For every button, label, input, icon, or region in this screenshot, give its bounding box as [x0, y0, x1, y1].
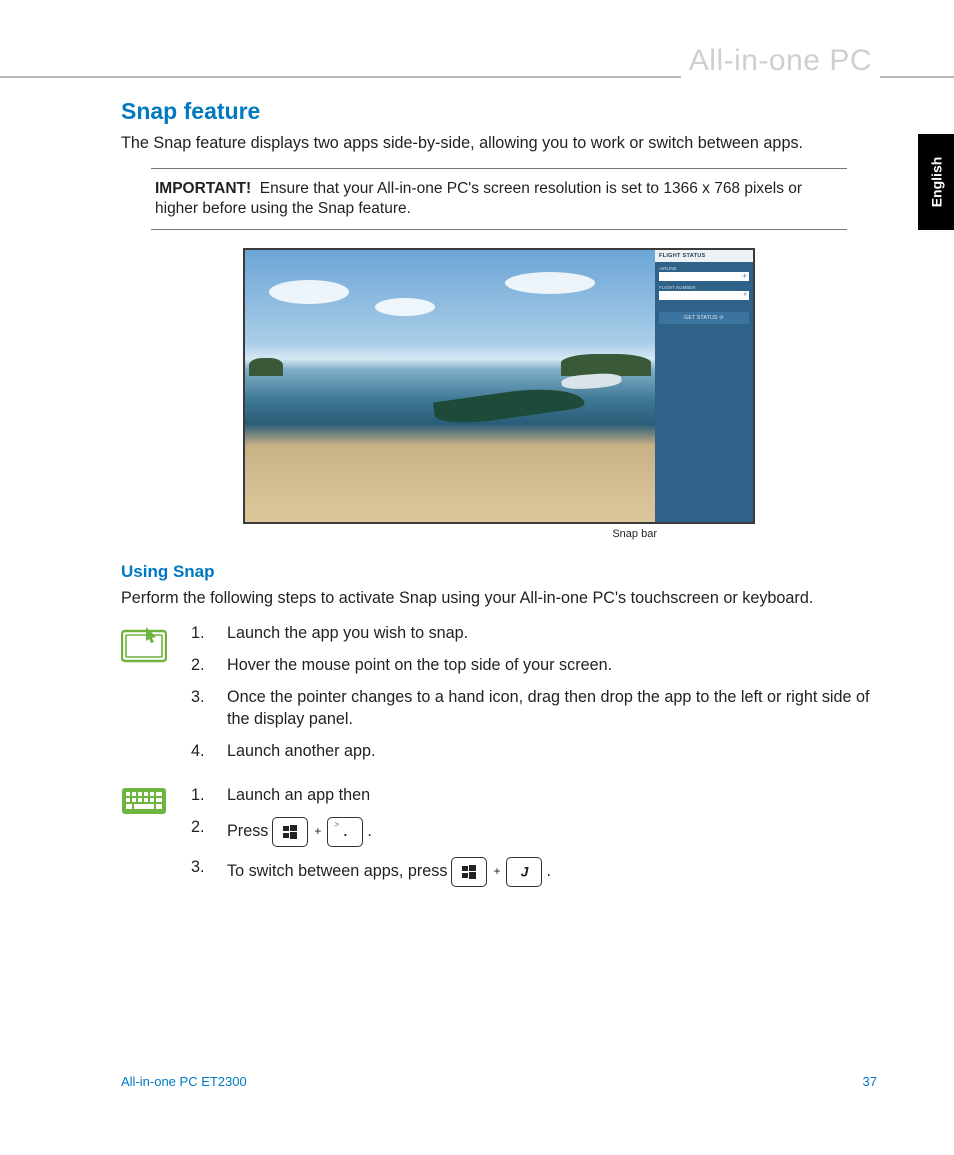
- windows-key-icon: [272, 817, 308, 847]
- snap-screenshot: × FLIGHT STATUS AIRLINE ✈ FLIGHT NUMBER …: [243, 248, 755, 524]
- photo-app-pane: [245, 250, 655, 522]
- touch-steps-list: Launch the app you wish to snap. Hover t…: [191, 623, 877, 772]
- airline-label: AIRLINE: [655, 262, 753, 272]
- using-snap-intro: Perform the following steps to activate …: [121, 588, 877, 609]
- header-product-line: All-in-one PC: [681, 44, 880, 78]
- touch-step: Launch the app you wish to snap.: [191, 623, 877, 645]
- touch-icon: [121, 623, 169, 772]
- flight-status-app-pane: × FLIGHT STATUS AIRLINE ✈ FLIGHT NUMBER …: [655, 250, 753, 522]
- step3-prefix: To switch between apps, press: [227, 861, 447, 883]
- important-text: Ensure that your All-in-one PC's screen …: [155, 180, 802, 217]
- windows-key-icon: [451, 857, 487, 887]
- touch-step: Launch another app.: [191, 741, 877, 763]
- flightnum-input: #: [659, 291, 749, 300]
- snap-bar-caption: Snap bar: [243, 528, 755, 540]
- keyboard-icon: [121, 785, 169, 897]
- footer-page-number: 37: [863, 1074, 877, 1089]
- touch-method: Launch the app you wish to snap. Hover t…: [121, 623, 877, 772]
- keyboard-step: Press + > . .: [191, 817, 551, 847]
- plus-icon: +: [314, 823, 321, 839]
- j-key-icon: J: [506, 857, 542, 887]
- period-key-icon: > .: [327, 817, 363, 847]
- step3-suffix: .: [546, 861, 551, 883]
- keyboard-steps-list: Launch an app then Press + > . .: [191, 785, 551, 897]
- language-tab: English: [918, 134, 954, 230]
- keyboard-step: To switch between apps, press + J .: [191, 857, 551, 887]
- snap-screenshot-figure: × FLIGHT STATUS AIRLINE ✈ FLIGHT NUMBER …: [243, 248, 755, 540]
- get-status-button: GET STATUS ⟳: [659, 312, 749, 324]
- airline-input: ✈: [659, 272, 749, 281]
- using-snap-title: Using Snap: [121, 562, 877, 582]
- plus-icon: +: [493, 863, 500, 879]
- hash-icon: #: [744, 292, 747, 298]
- touch-step: Hover the mouse point on the top side of…: [191, 655, 877, 677]
- page-footer: All-in-one PC ET2300 37: [121, 1074, 877, 1089]
- section-intro: The Snap feature displays two apps side-…: [121, 133, 877, 154]
- section-title: Snap feature: [121, 98, 877, 125]
- flightnum-label: FLIGHT NUMBER: [655, 281, 753, 291]
- airline-icon: ✈: [742, 273, 747, 280]
- touch-step: Once the pointer changes to a hand icon,…: [191, 687, 877, 731]
- step2-prefix: Press: [227, 821, 268, 843]
- important-note: IMPORTANT! Ensure that your All-in-one P…: [151, 168, 847, 230]
- important-label: IMPORTANT!: [155, 180, 251, 197]
- language-label: English: [928, 157, 944, 208]
- keyboard-step: Launch an app then: [191, 785, 551, 807]
- page-content: Snap feature The Snap feature displays t…: [121, 98, 877, 909]
- keyboard-method: Launch an app then Press + > . .: [121, 785, 877, 897]
- flight-app-title: FLIGHT STATUS: [655, 250, 753, 262]
- footer-product: All-in-one PC ET2300: [121, 1074, 247, 1089]
- step2-suffix: .: [367, 821, 372, 843]
- close-icon: ×: [739, 248, 753, 250]
